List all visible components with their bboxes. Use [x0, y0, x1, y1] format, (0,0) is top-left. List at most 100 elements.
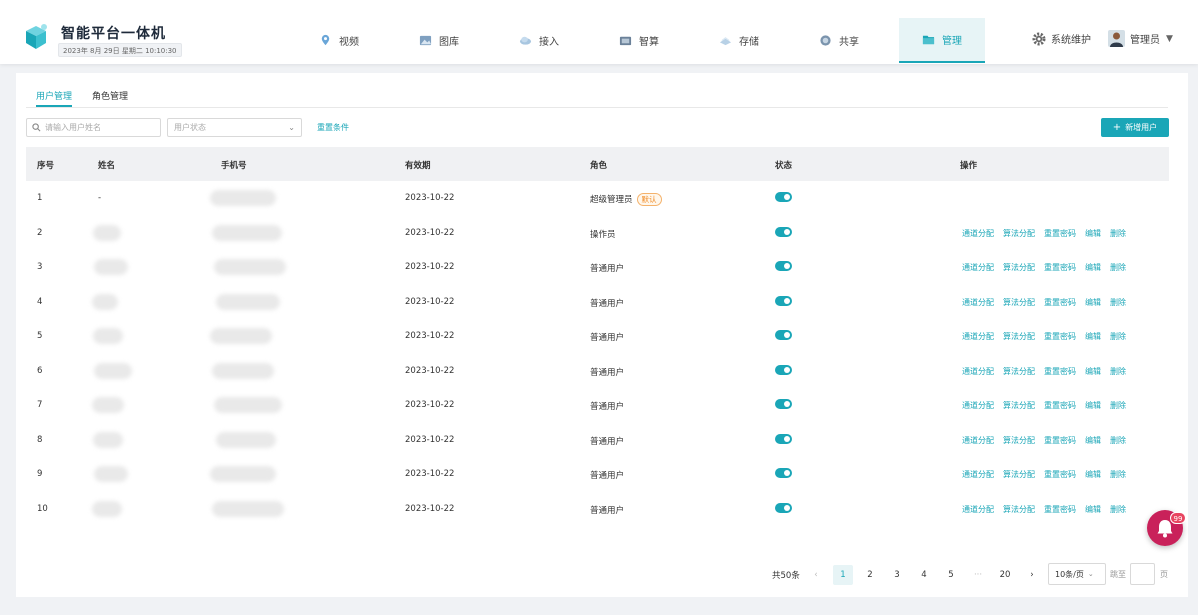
pagination-page-3[interactable]: 3 [887, 565, 907, 585]
delete-link[interactable]: 删除 [1110, 331, 1126, 342]
redacted-name [92, 500, 122, 517]
tab-user-management[interactable]: 用户管理 [36, 89, 73, 107]
delete-link[interactable]: 删除 [1110, 469, 1126, 480]
assign-algorithm-link[interactable]: 算法分配 [1003, 228, 1035, 239]
edit-link[interactable]: 编辑 [1085, 469, 1101, 480]
row-actions: 通道分配 算法分配 重置密码 编辑 删除 [962, 435, 1135, 446]
assign-algorithm-link[interactable]: 算法分配 [1003, 435, 1035, 446]
search-input[interactable]: 请输入用户姓名 [26, 118, 161, 137]
reset-password-link[interactable]: 重置密码 [1044, 435, 1076, 446]
reset-password-link[interactable]: 重置密码 [1044, 228, 1076, 239]
edit-link[interactable]: 编辑 [1085, 331, 1101, 342]
role-name: 普通用户 [590, 367, 625, 378]
redacted-phone [210, 328, 272, 344]
goto-page-input[interactable] [1130, 563, 1155, 585]
reset-filters-link[interactable]: 重置条件 [317, 122, 349, 133]
nav-video[interactable]: 视频 [296, 18, 382, 63]
assign-channel-link[interactable]: 通道分配 [962, 469, 994, 480]
pagination-page-2[interactable]: 2 [860, 565, 880, 585]
delete-link[interactable]: 删除 [1110, 228, 1126, 239]
assign-algorithm-link[interactable]: 算法分配 [1003, 400, 1035, 411]
assign-algorithm-link[interactable]: 算法分配 [1003, 366, 1035, 377]
nav-manage[interactable]: 管理 [899, 18, 985, 63]
nav-share[interactable]: 共享 [796, 18, 882, 63]
expiry-date: 2023-10-22 [405, 469, 455, 479]
nav-storage[interactable]: 存储 [696, 18, 782, 63]
assign-channel-link[interactable]: 通道分配 [962, 504, 994, 515]
reset-password-link[interactable]: 重置密码 [1044, 504, 1076, 515]
expiry-date: 2023-10-22 [405, 262, 455, 272]
reset-password-link[interactable]: 重置密码 [1044, 469, 1076, 480]
delete-link[interactable]: 删除 [1110, 262, 1126, 273]
status-toggle[interactable] [775, 261, 792, 271]
pagination-page-4[interactable]: 4 [914, 565, 934, 585]
assign-channel-link[interactable]: 通道分配 [962, 297, 994, 308]
status-toggle[interactable] [775, 399, 792, 409]
delete-link[interactable]: 删除 [1110, 435, 1126, 446]
delete-link[interactable]: 删除 [1110, 366, 1126, 377]
assign-channel-link[interactable]: 通道分配 [962, 262, 994, 273]
assign-channel-link[interactable]: 通道分配 [962, 435, 994, 446]
assign-algorithm-link[interactable]: 算法分配 [1003, 469, 1035, 480]
edit-link[interactable]: 编辑 [1085, 504, 1101, 515]
expiry-date: 2023-10-22 [405, 296, 455, 307]
pagination-page-20[interactable]: 20 [995, 565, 1015, 585]
delete-link[interactable]: 删除 [1110, 400, 1126, 411]
row-number: 2 [37, 227, 43, 238]
assign-channel-link[interactable]: 通道分配 [962, 228, 994, 239]
user-menu[interactable]: 管理员 ▼ [1108, 30, 1173, 47]
pagination-prev-button[interactable]: ‹ [806, 565, 826, 585]
row-number: 1 [37, 193, 43, 203]
nav-compute[interactable]: 智算 [596, 18, 682, 63]
status-toggle[interactable] [775, 192, 792, 202]
pagination-page-1[interactable]: 1 [833, 565, 853, 585]
status-toggle[interactable] [775, 502, 792, 513]
status-toggle[interactable] [775, 295, 792, 306]
assign-channel-link[interactable]: 通道分配 [962, 400, 994, 411]
edit-link[interactable]: 编辑 [1085, 400, 1101, 411]
reset-password-link[interactable]: 重置密码 [1044, 331, 1076, 342]
edit-link[interactable]: 编辑 [1085, 297, 1101, 308]
assign-algorithm-link[interactable]: 算法分配 [1003, 297, 1035, 308]
redacted-name [92, 397, 124, 413]
assign-channel-link[interactable]: 通道分配 [962, 331, 994, 342]
assign-algorithm-link[interactable]: 算法分配 [1003, 262, 1035, 273]
role-cell: 普通用户 [590, 435, 624, 447]
pagination-page-5[interactable]: 5 [941, 565, 961, 585]
status-select[interactable]: 用户状态 ⌄ [167, 118, 302, 137]
tab-role-management[interactable]: 角色管理 [92, 89, 128, 107]
search-icon [32, 123, 41, 132]
role-cell: 普通用户 [590, 297, 624, 309]
reset-password-link[interactable]: 重置密码 [1044, 297, 1076, 308]
table-row: 4 2023-10-22 普通用户 通道分配 算法分配 重置密码 编辑 删除 [26, 285, 1169, 319]
edit-link[interactable]: 编辑 [1085, 435, 1101, 446]
status-toggle[interactable] [775, 330, 792, 340]
assign-algorithm-link[interactable]: 算法分配 [1003, 504, 1035, 515]
status-toggle[interactable] [775, 468, 792, 478]
pagination-ellipsis[interactable]: ··· [968, 565, 988, 585]
redacted-phone [216, 431, 276, 448]
page-size-select[interactable]: 10条/页 ⌄ [1048, 563, 1106, 585]
col-header-role: 角色 [590, 161, 608, 171]
nav-access[interactable]: 接入 [496, 18, 582, 63]
edit-link[interactable]: 编辑 [1085, 366, 1101, 377]
status-toggle[interactable] [775, 433, 792, 444]
status-toggle[interactable] [775, 226, 792, 237]
reset-password-link[interactable]: 重置密码 [1044, 262, 1076, 273]
pagination-next-button[interactable]: › [1022, 565, 1042, 585]
nav-gallery[interactable]: 图库 [396, 18, 482, 63]
add-user-button[interactable]: + 新增用户 [1101, 118, 1169, 137]
reset-password-link[interactable]: 重置密码 [1044, 366, 1076, 377]
delete-link[interactable]: 删除 [1110, 297, 1126, 308]
status-toggle[interactable] [775, 364, 792, 375]
reset-password-link[interactable]: 重置密码 [1044, 400, 1076, 411]
tab-bar: 用户管理 角色管理 [36, 89, 148, 107]
assign-algorithm-link[interactable]: 算法分配 [1003, 331, 1035, 342]
edit-link[interactable]: 编辑 [1085, 228, 1101, 239]
assign-channel-link[interactable]: 通道分配 [962, 366, 994, 377]
system-maintenance-button[interactable]: 系统维护 [1032, 31, 1091, 46]
delete-link[interactable]: 删除 [1110, 504, 1126, 515]
row-number: 5 [37, 331, 43, 341]
edit-link[interactable]: 编辑 [1085, 262, 1101, 273]
nav-manage-label: 管理 [942, 36, 962, 47]
